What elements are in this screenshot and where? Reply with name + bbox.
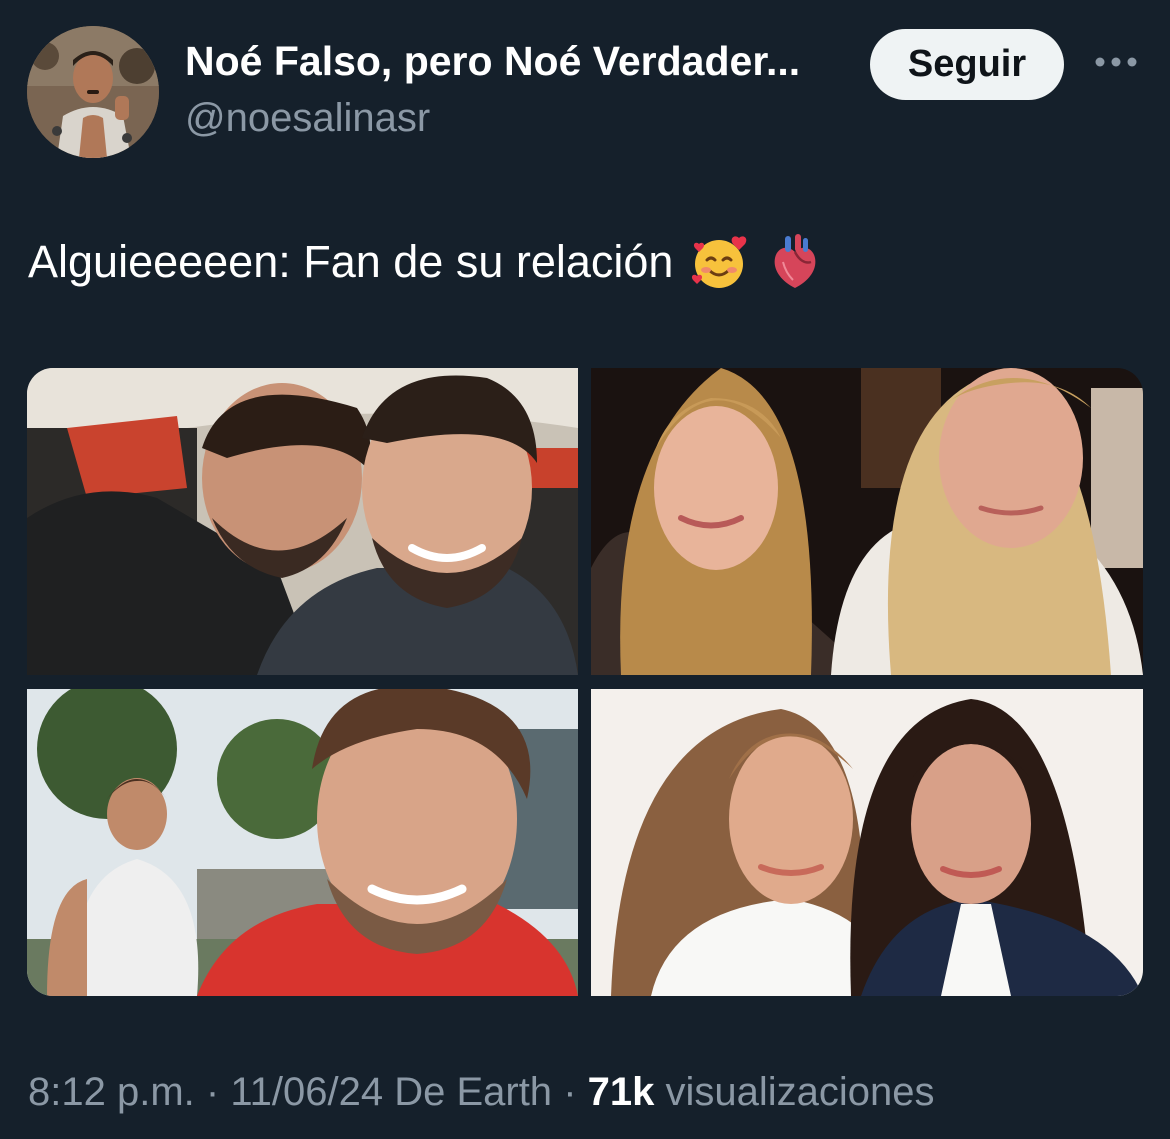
avatar-image [27, 26, 159, 158]
tweet-time[interactable]: 8:12 p.m. [28, 1070, 195, 1114]
tweet: Noé Falso, pero Noé Verdader... @noesali… [0, 0, 1170, 1139]
anatomical-heart-icon [765, 232, 825, 292]
photo-1[interactable] [27, 368, 578, 675]
smiling-face-with-hearts-icon [689, 232, 749, 292]
photo-3[interactable] [27, 689, 578, 996]
avatar[interactable] [27, 26, 159, 158]
follow-button[interactable]: Seguir [870, 29, 1064, 100]
tweet-date[interactable]: 11/06/24 [230, 1070, 383, 1114]
tweet-text-row: Alguieeeeen: Fan de su relación [28, 232, 825, 292]
views-count[interactable]: 71k [588, 1070, 655, 1114]
tweet-meta: 8:12 p.m. · 11/06/24 De Earth · 71k visu… [28, 1070, 935, 1115]
display-name[interactable]: Noé Falso, pero Noé Verdader... [185, 38, 800, 85]
photo-4[interactable] [591, 689, 1143, 996]
meta-separator: · [563, 1070, 577, 1114]
meta-separator: · [205, 1070, 220, 1114]
tweet-text: Alguieeeeen: Fan de su relación [28, 236, 674, 287]
user-handle[interactable]: @noesalinasr [185, 96, 430, 141]
ellipsis-icon[interactable] [1094, 50, 1138, 74]
media-grid [27, 368, 1143, 996]
photo-2[interactable] [591, 368, 1143, 675]
views-label[interactable]: visualizaciones [666, 1070, 935, 1114]
tweet-source: De Earth [394, 1070, 553, 1114]
